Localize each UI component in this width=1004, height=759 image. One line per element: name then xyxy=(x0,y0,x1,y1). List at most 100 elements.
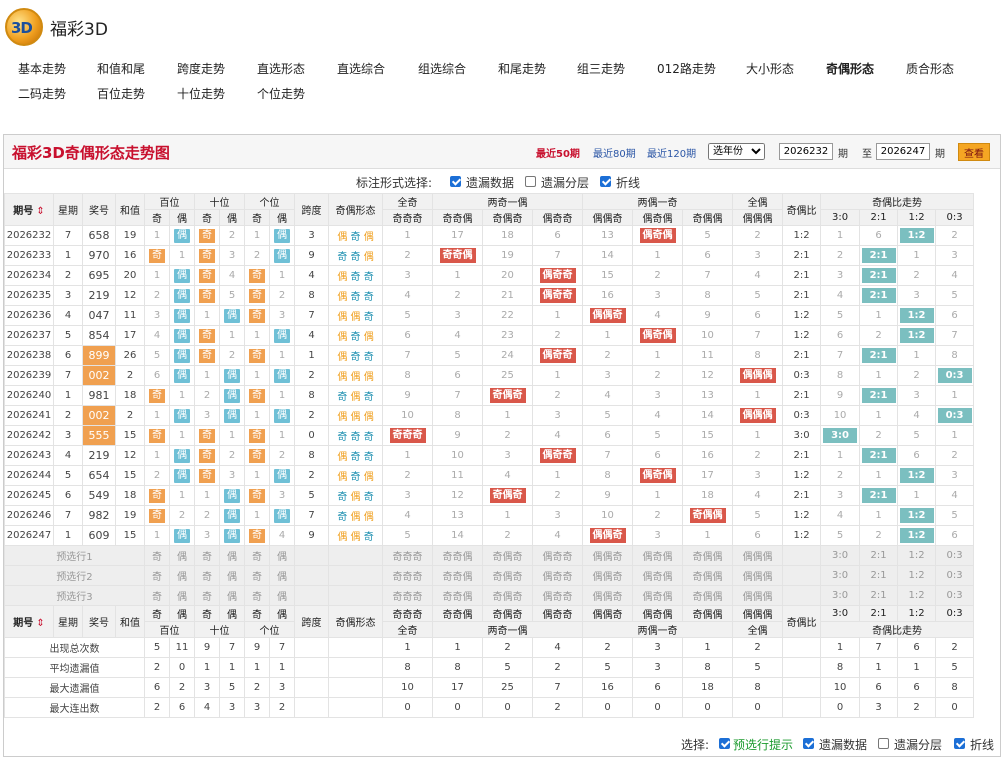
missing-cell: 1 xyxy=(194,485,220,506)
preselect-cell[interactable]: 奇奇偶 xyxy=(432,545,483,566)
recent-80-link[interactable]: 最近80期 xyxy=(593,145,636,160)
nav-link[interactable]: 百位走势 xyxy=(97,85,145,102)
nav-link[interactable]: 奇偶形态 xyxy=(826,60,874,77)
from-period-input[interactable] xyxy=(779,143,833,160)
preselect-cell[interactable]: 偶 xyxy=(269,565,295,586)
missing-cell: 2 xyxy=(382,465,433,486)
cell xyxy=(328,677,383,698)
preselect-cell[interactable]: 偶偶偶 xyxy=(732,545,784,566)
recent-50-link[interactable]: 最近50期 xyxy=(536,145,580,160)
missing-cell: 4 xyxy=(897,405,937,426)
nav-link[interactable]: 个位走势 xyxy=(257,85,305,102)
preselect-cell[interactable]: 奇 xyxy=(194,585,220,606)
preselect-cell[interactable]: 奇偶偶 xyxy=(682,565,734,586)
preselect-cell[interactable]: 偶 xyxy=(169,585,195,606)
preselect-cell[interactable]: 奇 xyxy=(144,565,170,586)
ratio-hit: 0:3 xyxy=(935,405,975,426)
preselect-cell[interactable]: 偶奇奇 xyxy=(531,545,584,566)
polyline-checkbox[interactable] xyxy=(600,176,611,187)
nav-link[interactable]: 基本走势 xyxy=(18,60,66,77)
preselect-cell[interactable]: 偶奇偶 xyxy=(632,565,684,586)
preselect-cell[interactable]: 0:3 xyxy=(935,545,975,566)
preselect-cell[interactable]: 奇 xyxy=(244,585,270,606)
preselect-cell[interactable]: 奇偶奇 xyxy=(482,545,533,566)
preselect-cell[interactable]: 奇 xyxy=(244,565,270,586)
nav-link[interactable]: 和值和尾 xyxy=(97,60,145,77)
year-select[interactable]: 选年份 xyxy=(708,143,765,160)
view-button[interactable]: 查看 xyxy=(958,143,990,161)
missing-layer-checkbox[interactable] xyxy=(525,176,536,187)
preselect-cell[interactable]: 偶 xyxy=(169,545,195,566)
to-period-input[interactable] xyxy=(876,143,930,160)
preselect-cell[interactable]: 偶 xyxy=(219,585,245,606)
nav-link[interactable]: 跨度走势 xyxy=(177,60,225,77)
preselect-cell[interactable]: 0:3 xyxy=(935,565,975,586)
preselect-cell[interactable]: 2:1 xyxy=(859,545,899,566)
period-header[interactable]: 期号 ⇕ xyxy=(4,193,54,226)
preselect-cell[interactable]: 3:0 xyxy=(820,545,861,566)
nav-link[interactable]: 和尾走势 xyxy=(498,60,546,77)
number-cell: 609 xyxy=(82,525,116,546)
logo-icon[interactable]: 3D xyxy=(5,8,43,46)
missing-cell: 5 xyxy=(820,305,861,326)
nav-link[interactable]: 012路走势 xyxy=(657,60,716,77)
nav-link[interactable]: 质合形态 xyxy=(906,60,954,77)
preselect-cell[interactable]: 3:0 xyxy=(820,585,861,606)
preselect-cell[interactable]: 偶 xyxy=(219,565,245,586)
preselect-hint-checkbox[interactable] xyxy=(719,738,730,749)
preselect-cell[interactable]: 偶 xyxy=(219,545,245,566)
preselect-cell[interactable]: 奇偶偶 xyxy=(682,545,734,566)
span-cell: 8 xyxy=(294,385,329,406)
preselect-cell[interactable]: 奇 xyxy=(194,545,220,566)
preselect-cell[interactable]: 偶偶奇 xyxy=(582,565,634,586)
preselect-cell[interactable]: 偶奇奇 xyxy=(531,585,584,606)
preselect-cell[interactable]: 奇奇偶 xyxy=(432,565,483,586)
preselect-cell[interactable]: 偶偶偶 xyxy=(732,565,784,586)
preselect-cell[interactable]: 奇偶奇 xyxy=(482,585,533,606)
preselect-cell[interactable]: 偶奇偶 xyxy=(632,585,684,606)
preselect-cell[interactable]: 1:2 xyxy=(897,565,937,586)
preselect-cell[interactable]: 奇奇奇 xyxy=(382,545,433,566)
nav-link[interactable]: 直选形态 xyxy=(257,60,305,77)
preselect-cell[interactable]: 偶 xyxy=(169,565,195,586)
preselect-cell[interactable]: 2:1 xyxy=(859,585,899,606)
preselect-cell[interactable]: 奇偶偶 xyxy=(682,585,734,606)
recent-120-link[interactable]: 最近120期 xyxy=(647,145,696,160)
nav-link[interactable]: 二码走势 xyxy=(18,85,66,102)
preselect-row[interactable]: 预选行3 奇偶奇偶奇偶奇奇奇 奇奇偶 奇偶奇 偶奇奇 偶偶奇 偶奇偶 奇偶偶 偶偶偶 3:0 2:1… xyxy=(4,585,975,606)
footer-missing-layer-checkbox[interactable] xyxy=(878,738,889,749)
preselect-cell[interactable]: 偶偶奇 xyxy=(582,545,634,566)
period-header[interactable]: 期号 ⇕ xyxy=(4,605,54,638)
preselect-cell[interactable]: 奇 xyxy=(144,545,170,566)
preselect-cell[interactable]: 奇奇奇 xyxy=(382,585,433,606)
nav-link[interactable]: 大小形态 xyxy=(746,60,794,77)
nav-link[interactable]: 十位走势 xyxy=(177,85,225,102)
nav-link[interactable]: 组选综合 xyxy=(418,60,466,77)
footer-polyline-checkbox[interactable] xyxy=(954,738,965,749)
preselect-cell[interactable]: 奇奇奇 xyxy=(382,565,433,586)
nav-link[interactable]: 直选综合 xyxy=(337,60,385,77)
preselect-cell[interactable]: 偶 xyxy=(269,585,295,606)
preselect-cell[interactable]: 奇 xyxy=(194,565,220,586)
preselect-cell[interactable]: 0:3 xyxy=(935,585,975,606)
stats-cell: 6 xyxy=(897,637,937,658)
preselect-cell[interactable]: 1:2 xyxy=(897,585,937,606)
preselect-cell[interactable]: 2:1 xyxy=(859,565,899,586)
preselect-cell[interactable]: 奇 xyxy=(144,585,170,606)
preselect-cell[interactable]: 偶 xyxy=(269,545,295,566)
preselect-cell[interactable]: 奇 xyxy=(244,545,270,566)
sub-header: 偶奇偶 xyxy=(632,209,684,226)
preselect-cell[interactable]: 偶偶奇 xyxy=(582,585,634,606)
nav-link[interactable]: 组三走势 xyxy=(577,60,625,77)
preselect-cell[interactable]: 奇偶奇 xyxy=(482,565,533,586)
preselect-cell[interactable]: 偶偶偶 xyxy=(732,585,784,606)
preselect-cell[interactable]: 偶奇奇 xyxy=(531,565,584,586)
preselect-cell[interactable]: 偶奇偶 xyxy=(632,545,684,566)
preselect-cell[interactable]: 3:0 xyxy=(820,565,861,586)
preselect-row[interactable]: 预选行1 奇偶奇偶奇偶奇奇奇 奇奇偶 奇偶奇 偶奇奇 偶偶奇 偶奇偶 奇偶偶 偶偶偶 3:0 2:1… xyxy=(4,545,975,566)
preselect-cell[interactable]: 奇奇偶 xyxy=(432,585,483,606)
preselect-row[interactable]: 预选行2 奇偶奇偶奇偶奇奇奇 奇奇偶 奇偶奇 偶奇奇 偶偶奇 偶奇偶 奇偶偶 偶偶偶 3:0 2:1… xyxy=(4,565,975,586)
missing-data-checkbox[interactable] xyxy=(450,176,461,187)
footer-missing-data-checkbox[interactable] xyxy=(803,738,814,749)
preselect-cell[interactable]: 1:2 xyxy=(897,545,937,566)
